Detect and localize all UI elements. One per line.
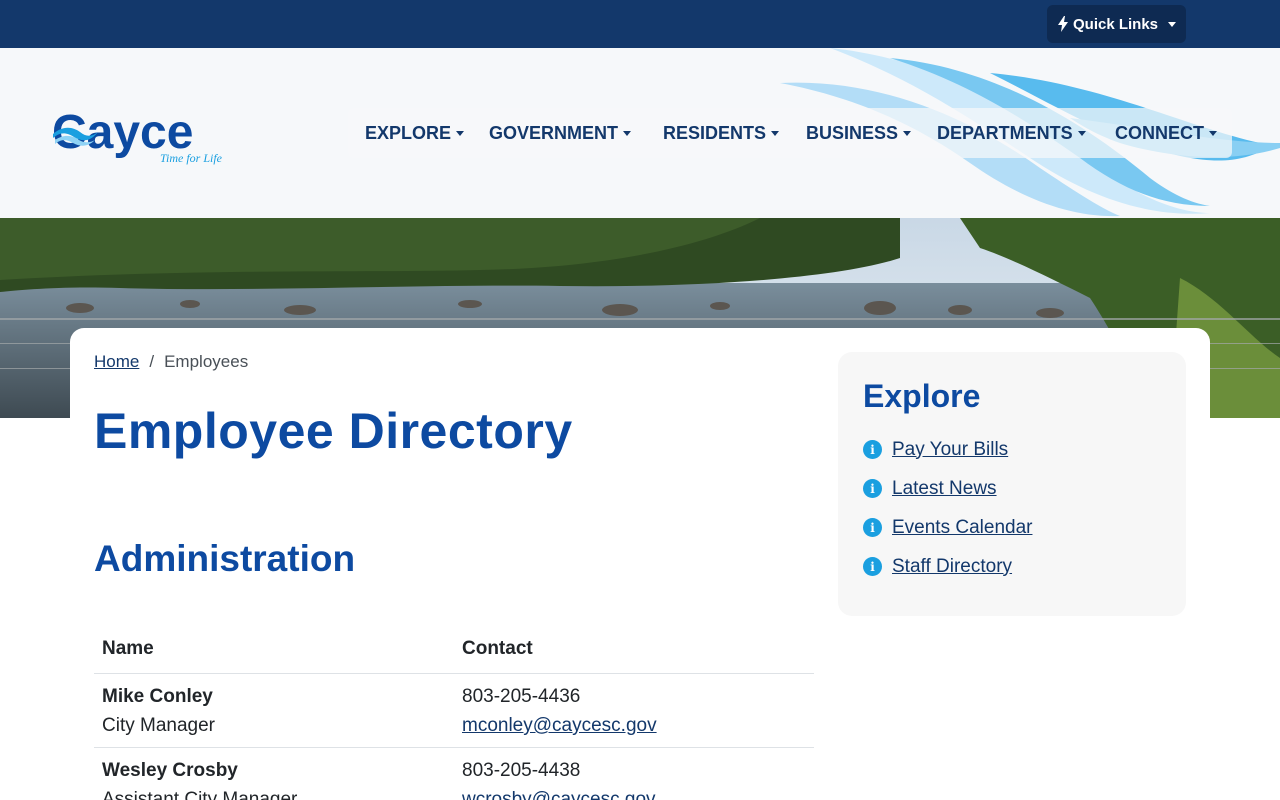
sidebar-links: i Pay Your Bills i Latest News i Events …	[863, 430, 1032, 586]
table-header-row: Name Contact	[94, 634, 814, 674]
nav-explore-label: EXPLORE	[365, 122, 452, 143]
column-header-name: Name	[102, 638, 154, 659]
latest-news-link[interactable]: Latest News	[892, 478, 997, 500]
breadcrumb-separator: /	[149, 352, 155, 371]
table-row: Wesley Crosby Assistant City Manager 803…	[94, 748, 814, 800]
sidebar-item-latest-news: i Latest News	[863, 469, 1032, 508]
site-header: Cayce Time for Life EXPLORE GOVERNMENT R…	[0, 48, 1280, 218]
breadcrumb: Home / Employees	[94, 352, 248, 372]
pay-your-bills-link[interactable]: Pay Your Bills	[892, 439, 1008, 461]
info-icon: i	[863, 557, 882, 576]
employee-phone: 803-205-4438	[462, 760, 581, 781]
table-row: Mike Conley City Manager 803-205-4436 mc…	[94, 674, 814, 748]
quick-links-button[interactable]: Quick Links	[1047, 5, 1186, 43]
svg-text:Time for Life: Time for Life	[160, 151, 223, 165]
page-title: Employee Directory	[94, 403, 573, 459]
explore-sidebar: Explore i Pay Your Bills i Latest News i…	[838, 352, 1186, 616]
employee-name-cell: Wesley Crosby Assistant City Manager	[94, 748, 454, 800]
nav-residents[interactable]: RESIDENTS	[663, 108, 780, 158]
chevron-down-icon	[771, 130, 780, 136]
employee-contact-cell: 803-205-4438 wcrosby@caycesc.gov	[454, 748, 814, 800]
quick-links-label: Quick Links	[1072, 15, 1159, 33]
nav-departments[interactable]: DEPARTMENTS	[937, 108, 1086, 158]
column-header-contact: Contact	[462, 638, 533, 659]
nav-government[interactable]: GOVERNMENT	[489, 108, 632, 158]
nav-connect-label: CONNECT	[1115, 122, 1204, 143]
info-icon: i	[863, 518, 882, 537]
sidebar-item-pay-bills: i Pay Your Bills	[863, 430, 1032, 469]
cayce-logo[interactable]: Cayce Time for Life	[50, 100, 230, 170]
nav-connect[interactable]: CONNECT	[1115, 108, 1217, 158]
employee-email-link[interactable]: mconley@caycesc.gov	[462, 711, 806, 740]
main-nav: EXPLORE GOVERNMENT RESIDENTS BUSINESS DE…	[348, 108, 1232, 158]
info-icon: i	[863, 479, 882, 498]
nav-business-label: BUSINESS	[806, 122, 899, 143]
sidebar-title: Explore	[863, 378, 981, 414]
staff-directory-link[interactable]: Staff Directory	[892, 556, 1012, 578]
employee-contact-cell: 803-205-4436 mconley@caycesc.gov	[454, 674, 814, 747]
breadcrumb-current: Employees	[164, 352, 249, 371]
employee-title: Assistant City Manager	[102, 789, 298, 800]
nav-departments-label: DEPARTMENTS	[937, 122, 1073, 143]
chevron-down-icon	[623, 130, 632, 136]
events-calendar-link[interactable]: Events Calendar	[892, 517, 1032, 539]
section-title: Administration	[94, 538, 356, 579]
chevron-down-icon	[1209, 130, 1217, 136]
utility-bar: Quick Links	[0, 0, 1280, 48]
chevron-down-icon	[1168, 21, 1177, 27]
employee-name: Mike Conley	[102, 686, 213, 707]
chevron-down-icon	[1077, 130, 1086, 136]
employee-name: Wesley Crosby	[102, 760, 238, 781]
nav-explore[interactable]: EXPLORE	[365, 108, 465, 158]
lightning-icon	[1057, 16, 1068, 32]
employee-title: City Manager	[102, 715, 215, 736]
sidebar-item-events-calendar: i Events Calendar	[863, 508, 1032, 547]
info-icon: i	[863, 440, 882, 459]
employee-table: Name Contact Mike Conley City Manager 80…	[94, 634, 814, 800]
chevron-down-icon	[456, 130, 465, 136]
sidebar-item-staff-directory: i Staff Directory	[863, 547, 1032, 586]
chevron-down-icon	[903, 130, 912, 136]
breadcrumb-home-link[interactable]: Home	[94, 352, 139, 372]
employee-email-link[interactable]: wcrosby@caycesc.gov	[462, 785, 806, 800]
nav-government-label: GOVERNMENT	[489, 122, 619, 143]
nav-business[interactable]: BUSINESS	[806, 108, 912, 158]
nav-residents-label: RESIDENTS	[663, 122, 767, 143]
employee-phone: 803-205-4436	[462, 686, 581, 707]
employee-name-cell: Mike Conley City Manager	[94, 674, 454, 747]
